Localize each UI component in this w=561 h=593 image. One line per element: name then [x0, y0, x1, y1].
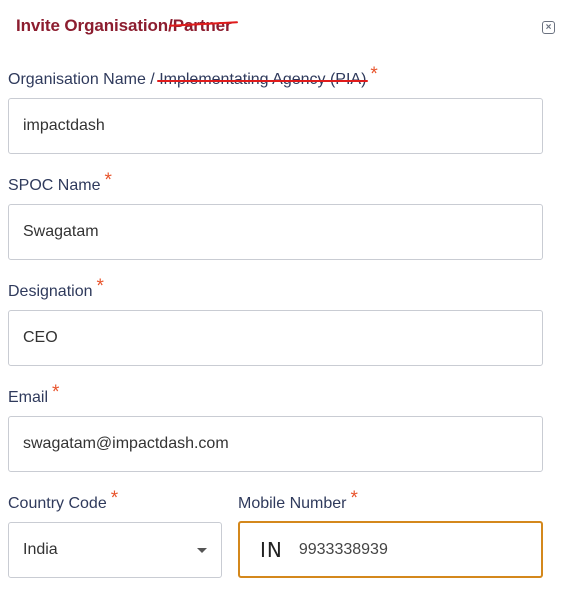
org-name-label-text: Organisation Name / [8, 71, 160, 88]
mobile-number-input[interactable]: IN 9933338939 [238, 521, 543, 578]
designation-label-text: Designation [8, 283, 93, 300]
country-code-select[interactable]: India [8, 522, 222, 578]
designation-label: Designation * [8, 276, 104, 302]
email-label: Email * [8, 382, 59, 408]
close-icon: × [545, 21, 552, 33]
mobile-number-label: Mobile Number * [238, 488, 358, 514]
email-label-text: Email [8, 389, 49, 406]
mobile-number-label-text: Mobile Number [238, 495, 347, 512]
country-code-value: India [23, 541, 58, 558]
designation-value: CEO [23, 329, 58, 346]
spoc-name-label-text: SPOC Name [8, 177, 101, 194]
org-name-struck-text: Implementating Agency (PIA) [157, 71, 369, 88]
designation-input[interactable]: CEO [8, 310, 543, 366]
country-code-label: Country Code * [8, 488, 118, 514]
required-marker: * [52, 382, 60, 403]
title-struck-word: Partner [172, 16, 232, 35]
spoc-name-input[interactable]: Swagatam [8, 204, 543, 260]
spoc-name-value: Swagatam [23, 223, 99, 240]
required-marker: * [96, 276, 104, 297]
spoc-name-label: SPOC Name * [8, 170, 112, 196]
close-button[interactable]: × [542, 21, 555, 34]
org-name-input[interactable]: impactdash [8, 98, 543, 154]
required-marker: * [350, 488, 358, 509]
required-marker: * [370, 64, 378, 85]
required-marker: * [110, 488, 119, 509]
invite-dialog: Invite Organisation/Partner × Organisati… [0, 0, 561, 593]
dialog-title: Invite Organisation/Partner [16, 16, 232, 36]
org-name-value: impactdash [23, 117, 105, 134]
email-value: swagatam@impactdash.com [23, 435, 229, 452]
title-prefix: Invite Organisation/ [16, 16, 173, 35]
chevron-down-icon [197, 548, 207, 553]
required-marker: * [104, 170, 112, 191]
org-name-label: Organisation Name / Implementating Agenc… [8, 64, 378, 90]
country-code-label-text: Country Code [8, 495, 107, 512]
email-input[interactable]: swagatam@impactdash.com [8, 416, 543, 472]
dial-code-prefix: IN [260, 537, 283, 562]
mobile-number-value: 9933338939 [298, 540, 388, 558]
